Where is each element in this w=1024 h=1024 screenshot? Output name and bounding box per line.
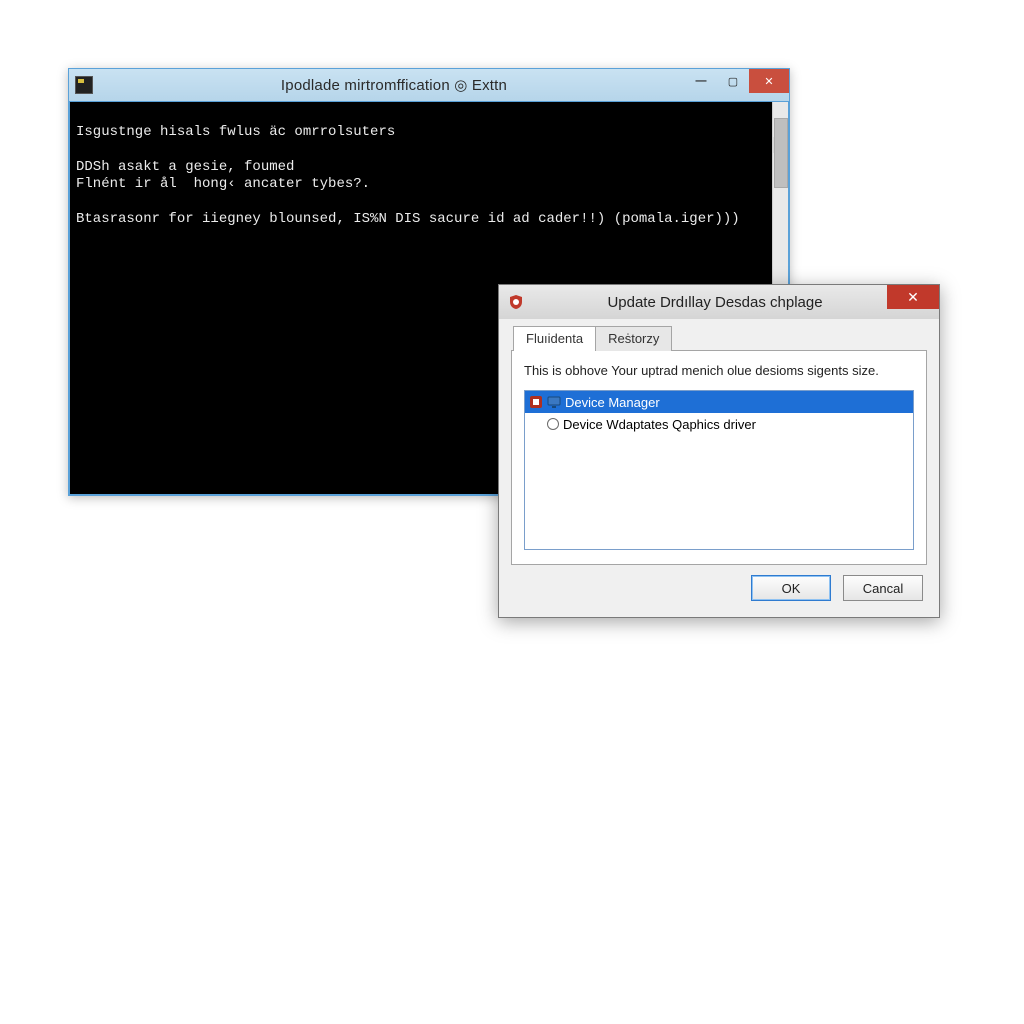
- ok-button[interactable]: OK: [751, 575, 831, 601]
- tab-panel: This is obhove Your uptrad menich olue d…: [511, 350, 927, 565]
- console-line: Flnént ir ål hong‹ ancater tybes?.: [76, 176, 370, 192]
- dialog-button-row: OK Cancal: [511, 565, 927, 605]
- close-button[interactable]: ✕: [749, 69, 789, 93]
- list-item-label: Device Wdaptates Qaphics driver: [563, 417, 756, 432]
- window-controls: — ▢ ✕: [685, 69, 789, 93]
- console-titlebar[interactable]: Ipodlade mirtromffication ◎ Exttn — ▢ ✕: [69, 69, 789, 101]
- scroll-thumb[interactable]: [774, 118, 788, 188]
- minimize-button[interactable]: —: [685, 69, 717, 93]
- console-line: Isgustnge hisals fwlus äc omrrolsuters: [76, 124, 395, 140]
- stop-icon: [529, 395, 543, 409]
- list-item-graphics-driver[interactable]: Device Wdaptates Qaphics driver: [525, 413, 913, 435]
- maximize-button[interactable]: ▢: [717, 69, 749, 93]
- dialog-description: This is obhove Your uptrad menich olue d…: [524, 363, 914, 378]
- cancel-button[interactable]: Cancal: [843, 575, 923, 601]
- shield-icon: [507, 293, 525, 311]
- list-item-device-manager[interactable]: Device Manager: [525, 391, 913, 413]
- device-listbox[interactable]: Device Manager Device Wdaptates Qaphics …: [524, 390, 914, 550]
- dialog-titlebar[interactable]: Update Drdıllay Desdas chplage ✕: [499, 285, 939, 319]
- console-line: DDSh asakt a gesie, foumed: [76, 159, 294, 175]
- dialog-body: Fluıidenta Reṡtorzy This is obhove Your …: [499, 319, 939, 617]
- radio-unchecked-icon[interactable]: [547, 418, 559, 430]
- monitor-icon: [547, 395, 561, 409]
- tab-fluidenta[interactable]: Fluıidenta: [513, 326, 596, 351]
- console-line: Btasrasonr for iiegney blounsed, IS%N DI…: [76, 211, 740, 227]
- dialog-close-button[interactable]: ✕: [887, 285, 939, 309]
- spacer: [529, 417, 543, 431]
- update-dialog: Update Drdıllay Desdas chplage ✕ Fluıide…: [498, 284, 940, 618]
- tab-restorzy[interactable]: Reṡtorzy: [595, 326, 672, 351]
- tabstrip: Fluıidenta Reṡtorzy: [511, 325, 927, 350]
- list-item-label: Device Manager: [565, 395, 660, 410]
- cmd-icon: [75, 76, 93, 94]
- dialog-title: Update Drdıllay Desdas chplage: [531, 294, 939, 311]
